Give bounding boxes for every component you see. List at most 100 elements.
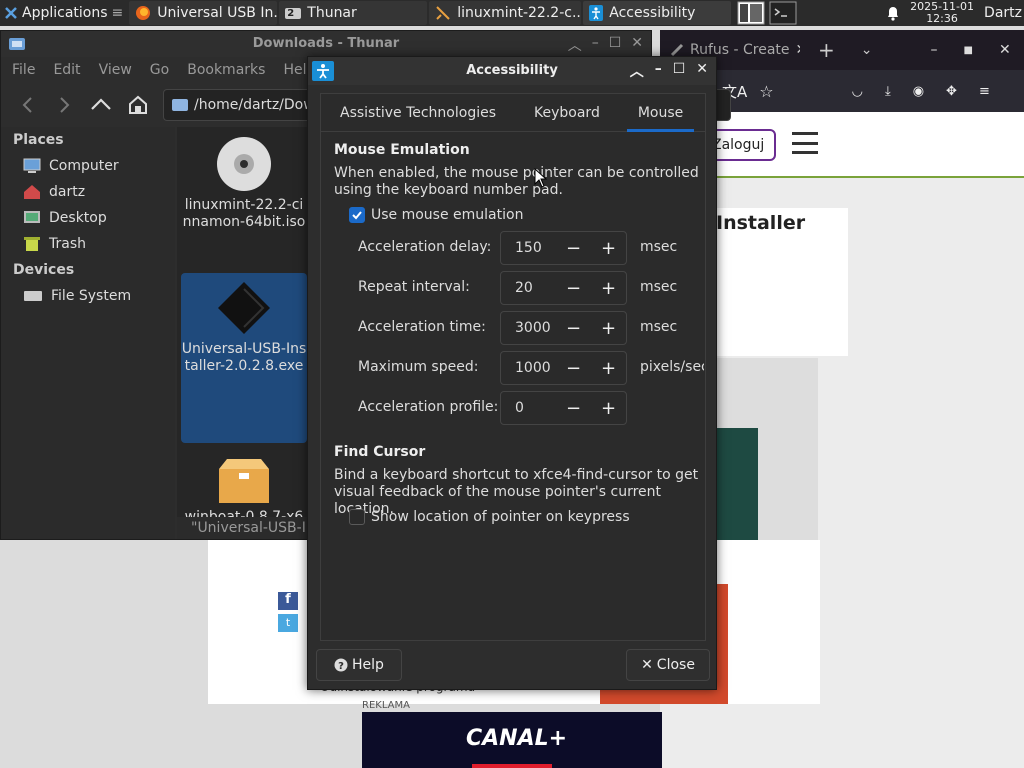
increment-icon[interactable]: + — [591, 358, 626, 379]
rufus-icon — [670, 43, 684, 57]
mouse-pointer-icon — [534, 168, 548, 188]
minimize-icon[interactable]: – — [931, 42, 938, 58]
accessibility-icon — [589, 5, 604, 21]
task-thunar[interactable]: 2 Thunar — [279, 1, 428, 25]
account-icon[interactable]: ◉ — [913, 84, 924, 99]
checkbox-unchecked-icon[interactable] — [349, 509, 365, 525]
maximize-icon[interactable]: ■ — [964, 45, 973, 56]
decrement-icon[interactable]: − — [556, 238, 591, 259]
sidebar-item-desktop[interactable]: Desktop — [1, 205, 175, 231]
maximum-speed-spinbutton[interactable]: 1000 − + — [500, 351, 627, 385]
dialog-titlebar[interactable]: Accessibility ︿ – ☐ ✕ — [308, 57, 716, 85]
menu-bookmarks[interactable]: Bookmarks — [176, 62, 272, 78]
task-imagewriter[interactable]: linuxmint-22.2-c... — [429, 1, 582, 25]
menu-view[interactable]: View — [88, 62, 139, 78]
spin-value[interactable]: 0 — [501, 400, 556, 416]
folder-icon — [172, 98, 188, 112]
sidebar-item-trash[interactable]: Trash — [1, 231, 175, 257]
facebook-share-icon[interactable]: f — [278, 592, 298, 610]
thunar-titlebar[interactable]: Downloads - Thunar ︿ – ☐ ✕ — [1, 31, 651, 57]
clock[interactable]: 2025-11-01 12:36 — [906, 1, 978, 25]
show-location-checkbox[interactable]: Show location of pointer on keypress — [349, 509, 630, 525]
sidebar-item-label: File System — [51, 288, 132, 304]
help-button[interactable]: ? Help — [316, 649, 402, 681]
menu-file[interactable]: File — [1, 62, 42, 78]
help-icon: ? — [334, 658, 348, 672]
tab-keyboard[interactable]: Keyboard — [515, 94, 619, 131]
shade-icon[interactable]: ︿ — [630, 61, 644, 81]
workspace-1-icon[interactable] — [737, 1, 765, 25]
exe-file-icon — [215, 279, 273, 337]
file-item[interactable]: linuxmint-22.2-cinnamon-64bit.iso — [181, 131, 307, 233]
workspace-switcher[interactable] — [737, 1, 797, 25]
back-icon[interactable] — [17, 94, 39, 116]
repeat-interval-spinbutton[interactable]: 20 − + — [500, 271, 627, 305]
sidebar-item-filesystem[interactable]: File System — [1, 283, 175, 309]
tab-assistive-technologies[interactable]: Assistive Technologies — [321, 94, 515, 131]
applications-menu-button[interactable]: Applications ≡ — [0, 0, 127, 26]
trash-icon — [23, 236, 41, 252]
twitter-share-icon[interactable]: t — [278, 614, 298, 632]
sidebar-item-computer[interactable]: Computer — [1, 153, 175, 179]
tab-close-icon[interactable]: ✕ — [796, 42, 800, 58]
sidebar-item-dartz[interactable]: dartz — [1, 179, 175, 205]
pocket-icon[interactable]: ◡ — [852, 84, 863, 99]
bookmark-star-icon[interactable]: ☆ — [759, 82, 773, 101]
maximize-icon[interactable]: ☐ — [673, 61, 686, 81]
downloads-icon[interactable]: ⤓ — [885, 84, 891, 99]
accessibility-dialog: Accessibility ︿ – ☐ ✕ Assistive Technolo… — [307, 56, 717, 690]
workspace-2-icon[interactable] — [769, 1, 797, 25]
acceleration-delay-row: Acceleration delay: 150 − + msec — [358, 231, 718, 265]
canal-plus-ad[interactable]: CANAL+ — [362, 712, 662, 768]
increment-icon[interactable]: + — [591, 318, 626, 339]
spin-value[interactable]: 1000 — [501, 360, 556, 376]
setting-label: Repeat interval: — [358, 279, 470, 295]
acceleration-time-spinbutton[interactable]: 3000 − + — [500, 311, 627, 345]
minimize-icon[interactable]: – — [655, 61, 662, 81]
task-count-badge: 2 — [287, 8, 295, 19]
decrement-icon[interactable]: − — [556, 278, 591, 299]
use-mouse-emulation-checkbox[interactable]: Use mouse emulation — [349, 207, 523, 223]
task-firefox[interactable]: Universal USB In... — [129, 1, 278, 25]
spin-value[interactable]: 3000 — [501, 320, 556, 336]
site-menu-icon[interactable] — [792, 132, 818, 154]
task-accessibility[interactable]: Accessibility — [583, 1, 732, 25]
applications-label: Applications — [22, 5, 108, 21]
menu-edit[interactable]: Edit — [42, 62, 87, 78]
acceleration-delay-spinbutton[interactable]: 150 − + — [500, 231, 627, 265]
notification-bell-icon[interactable] — [886, 5, 900, 21]
forward-icon[interactable] — [53, 94, 75, 116]
decrement-icon[interactable]: − — [556, 358, 591, 379]
decrement-icon[interactable]: − — [556, 318, 591, 339]
checkbox-label: Use mouse emulation — [371, 207, 524, 223]
close-icon[interactable]: ✕ — [631, 35, 643, 55]
increment-icon[interactable]: + — [591, 278, 626, 299]
shade-icon[interactable]: ︿ — [568, 35, 582, 55]
acceleration-profile-spinbutton[interactable]: 0 − + — [500, 391, 627, 425]
close-label: Close — [656, 657, 695, 673]
repeat-interval-row: Repeat interval: 20 − + msec — [358, 271, 718, 305]
file-item[interactable]: Universal-USB-Installer-2.0.2.8.exe — [181, 273, 307, 443]
menu-go[interactable]: Go — [139, 62, 176, 78]
increment-icon[interactable]: + — [591, 398, 626, 419]
increment-icon[interactable]: + — [591, 238, 626, 259]
minimize-icon[interactable]: – — [592, 35, 599, 55]
up-icon[interactable] — [89, 94, 113, 116]
tab-mouse[interactable]: Mouse — [619, 94, 702, 132]
app-menu-icon[interactable]: ≡ — [979, 84, 990, 99]
maximize-icon[interactable]: ☐ — [609, 35, 622, 55]
spin-value[interactable]: 150 — [501, 240, 556, 256]
close-button[interactable]: ✕ Close — [626, 649, 710, 681]
close-icon[interactable]: ✕ — [696, 61, 708, 81]
spin-value[interactable]: 20 — [501, 280, 556, 296]
find-cursor-title: Find Cursor — [334, 444, 426, 460]
user-menu[interactable]: Dartz — [984, 5, 1024, 21]
checkbox-checked-icon[interactable] — [349, 207, 365, 223]
extensions-icon[interactable]: ✥ — [946, 84, 957, 99]
decrement-icon[interactable]: − — [556, 398, 591, 419]
home-icon[interactable] — [127, 94, 149, 116]
tab-list-icon[interactable]: ⌄ — [861, 42, 873, 58]
close-icon[interactable]: ✕ — [999, 42, 1011, 58]
new-tab-icon[interactable]: + — [818, 38, 835, 62]
places-heading: Places — [13, 132, 64, 148]
